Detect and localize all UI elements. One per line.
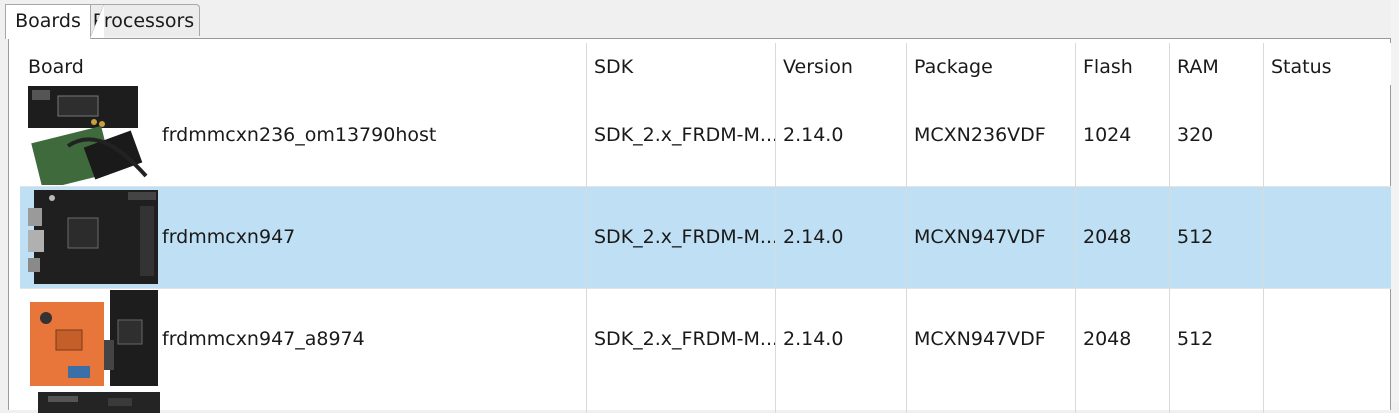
package-cell: MCXN947VDF xyxy=(914,226,1046,248)
status-cell xyxy=(1263,289,1271,390)
table-header: Board SDK Version Package Flash RAM Stat… xyxy=(20,43,1392,85)
flash-cell: 2048 xyxy=(1083,226,1132,248)
column-header-status[interactable]: Status xyxy=(1263,43,1392,85)
table-row[interactable]: frdmmcxn947_a8974 SDK_2.x_FRDM-M... 2.14… xyxy=(20,289,1392,390)
board-name: frdmmcxn947_a8974 xyxy=(162,328,365,350)
column-header-version[interactable]: Version xyxy=(775,43,906,85)
column-header-package[interactable]: Package xyxy=(906,43,1075,85)
package-cell: MCXN236VDF xyxy=(914,124,1046,146)
board-name: frdmmcxn236_om13790host xyxy=(162,124,437,146)
tab-processors[interactable]: Processors xyxy=(88,4,200,36)
boards-table: Board SDK Version Package Flash RAM Stat… xyxy=(20,43,1394,413)
ram-cell: 320 xyxy=(1177,124,1214,146)
table-row[interactable]: frdmmcxn236_om13790host SDK_2.x_FRDM-M..… xyxy=(20,85,1392,186)
flash-cell: 2048 xyxy=(1083,328,1132,350)
package-cell: MCXN947VDF xyxy=(914,328,1046,350)
column-divider[interactable] xyxy=(1263,43,1264,413)
board-image xyxy=(28,86,148,185)
board-name: frdmmcxn947 xyxy=(162,226,296,248)
version-cell: 2.14.0 xyxy=(783,226,844,248)
tab-processors-label: Processors xyxy=(92,10,195,32)
board-image xyxy=(28,190,158,284)
board-image xyxy=(30,290,158,386)
column-header-sdk[interactable]: SDK xyxy=(586,43,775,85)
column-divider[interactable] xyxy=(586,43,587,413)
version-cell: 2.14.0 xyxy=(783,328,844,350)
tab-boards-label: Boards xyxy=(15,10,81,32)
column-header-ram[interactable]: RAM xyxy=(1169,43,1263,85)
sdk-cell: SDK_2.x_FRDM-M... xyxy=(594,226,779,248)
sdk-cell: SDK_2.x_FRDM-M... xyxy=(594,124,779,146)
tab-bar: Boards Processors xyxy=(0,0,1399,39)
tab-boards[interactable]: Boards xyxy=(5,4,104,39)
ram-cell: 512 xyxy=(1177,328,1214,350)
ram-cell: 512 xyxy=(1177,226,1214,248)
table-row-selected[interactable]: frdmmcxn947 SDK_2.x_FRDM-M... 2.14.0 MCX… xyxy=(20,187,1392,288)
column-divider[interactable] xyxy=(906,43,907,413)
status-cell xyxy=(1263,187,1271,288)
vertical-scrollbar[interactable] xyxy=(1391,0,1399,402)
status-cell xyxy=(1263,85,1271,186)
column-header-flash[interactable]: Flash xyxy=(1075,43,1169,85)
boards-panel: Board SDK Version Package Flash RAM Stat… xyxy=(8,38,1394,413)
version-cell: 2.14.0 xyxy=(783,124,844,146)
column-divider[interactable] xyxy=(1169,43,1170,413)
column-divider[interactable] xyxy=(775,43,776,413)
flash-cell: 1024 xyxy=(1083,124,1132,146)
column-header-board[interactable]: Board xyxy=(20,43,586,85)
column-divider[interactable] xyxy=(1075,43,1076,413)
sdk-cell: SDK_2.x_FRDM-M... xyxy=(594,328,779,350)
